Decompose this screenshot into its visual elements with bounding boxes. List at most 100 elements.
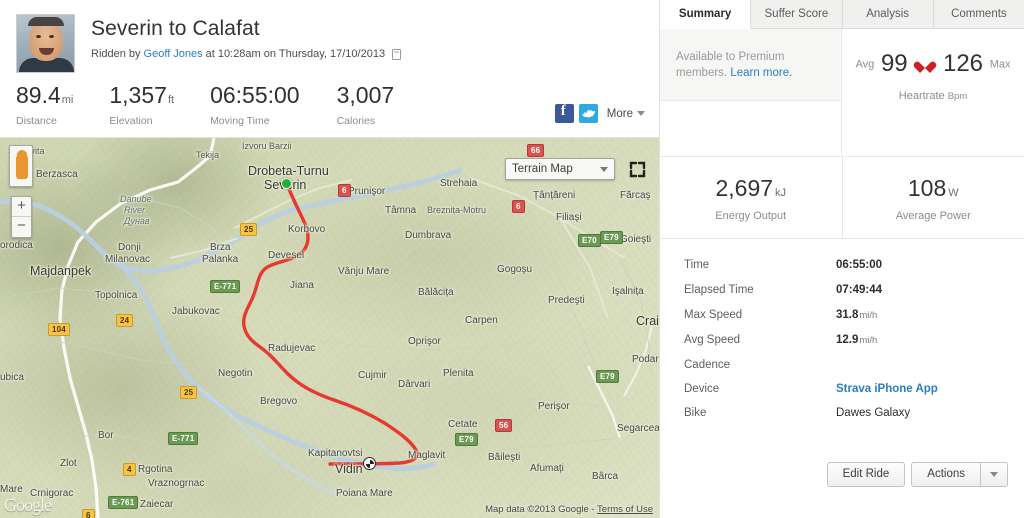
route-map[interactable]: SichevitaBerzascaTekijaIzvoru BarziiDrob… [0,138,659,518]
zoom-out-button[interactable]: − [12,217,31,237]
map-place-label: Dârvari [398,379,431,390]
tab-comments[interactable]: Comments [933,0,1024,29]
pegman-head [17,150,27,159]
activity-byline: Ridden by Geoff Jones at 10:28am on Thur… [91,47,402,61]
energy-output-value: 2,697 kJ [715,175,787,201]
map-place-label: Băileşti [488,452,521,463]
map-place-label: Vraznogrnac [148,478,205,489]
detail-value-device-link[interactable]: Strava iPhone App [836,377,938,401]
map-road-shield: 25 [180,386,198,399]
table-row: Cadence [660,353,1024,377]
map-place-label: Дунав [124,216,150,226]
premium-column: Available to Premium members. Learn more… [660,29,842,156]
actions-button[interactable]: Actions [911,462,980,487]
stat-distance-value: 89.4mi [16,82,74,108]
summary-stats: 89.4mi Distance 1,357ft Elevation 06:55:… [16,82,431,127]
map-road-shield: 25 [240,223,258,236]
route-end-marker[interactable] [363,457,376,470]
heartrate-unit: Bpm [947,90,968,102]
map-place-label: Goieşti [620,234,652,245]
map-place-label: Gogoşu [497,264,533,275]
terms-of-use-link[interactable]: Terms of Use [597,504,653,515]
heartrate-avg-label: Avg [855,58,875,71]
avatar-face [29,21,63,61]
map-place-label: Brza [210,242,231,253]
detail-value: 12.9mi/h [836,334,878,346]
stat-calories-label: Calories [336,115,376,127]
learn-more-link[interactable]: Learn more. [730,67,792,79]
map-type-label: Terrain Map [512,163,573,175]
avatar[interactable] [16,14,75,73]
table-row: Time 06:55:00 [660,253,1024,278]
pegman-streetview-icon[interactable] [9,145,33,187]
metric-average-power: 108 W Average Power [841,157,1024,238]
map-place-label: Podari [632,354,659,365]
map-road-shield: E-761 [108,496,139,509]
map-place-label: Işalnița [612,286,644,297]
map-zoom-controls[interactable]: + − [11,196,32,238]
map-place-label: Tâmna [385,205,417,216]
map-place-label: Zlot [60,458,77,469]
map-place-label: Rgotina [138,464,173,475]
heartrate-values: Avg 99 126 Max [852,51,1014,78]
header-top-row: Severin to Calafat Ridden by Geoff Jones… [16,14,647,73]
tab-summary[interactable]: Summary [660,0,752,29]
chevron-down-icon [990,472,998,477]
edit-ride-button[interactable]: Edit Ride [826,462,906,487]
avatar-hair [28,17,64,26]
map-place-label: Bălăcița [418,287,454,298]
zoom-in-button[interactable]: + [12,197,31,217]
facebook-icon[interactable] [554,103,574,123]
energy-output-unit: kJ [775,187,787,199]
google-watermark: Google [4,495,52,515]
map-place-label: Maglavit [408,450,446,461]
energy-output-label: Energy Output [715,210,787,222]
premium-empty-cell [660,101,842,156]
route-start-marker[interactable] [281,178,292,189]
detail-key: Cadence [684,359,731,371]
map-place-label: Izvoru Barzii [242,141,292,151]
map-road-shield: 6 [82,509,95,518]
map-place-label: Palanka [202,254,239,265]
average-power-unit: W [948,187,959,199]
actions-dropdown-toggle[interactable] [980,462,1008,487]
map-place-label: Plenita [443,368,474,379]
byline-prefix: Ridden by [91,48,141,60]
map-road-shield: 66 [527,144,545,157]
detail-key: Device [684,383,720,395]
detail-value: 07:49:44 [836,284,883,296]
fullscreen-icon[interactable] [625,158,649,180]
power-metrics-grid: 2,697 kJ Energy Output 108 W Average Power [660,157,1024,239]
map-place-label: Bor [98,430,114,441]
athlete-link[interactable]: Geoff Jones [144,47,203,61]
map-place-label: Fărcaş [620,190,651,201]
tab-suffer-score[interactable]: Suffer Score [751,0,843,29]
map-place-label: Mare [0,484,23,495]
map-place-label: Milanovac [105,254,151,265]
map-place-label: Bregovo [260,396,298,407]
detail-key: Bike [684,407,707,419]
avatar-eye-right [49,35,54,38]
detail-key: Time [684,259,710,271]
privacy-lock-icon [392,48,402,60]
map-place-label: Tekija [196,150,220,160]
map-road-shield: E70 [578,234,601,247]
map-place-label: Carpen [465,315,498,326]
share-more-button[interactable]: More [607,108,645,120]
activity-header: Severin to Calafat Ridden by Geoff Jones… [0,0,659,138]
byline-datetime: at 10:28am on Thursday, 17/10/2013 [205,48,386,60]
premium-heartrate-grid: Available to Premium members. Learn more… [660,29,1024,157]
tab-analysis[interactable]: Analysis [842,0,934,29]
map-type-selector[interactable]: Terrain Map [505,158,615,180]
heartrate-caption: Heartrate Bpm [852,90,1014,102]
strava-activity-page: Severin to Calafat Ridden by Geoff Jones… [0,0,1024,518]
premium-upsell: Available to Premium members. Learn more… [660,29,842,101]
map-place-label: Perişor [538,401,570,412]
stat-elevation-value: 1,357ft [109,82,175,108]
panel-action-buttons: Edit Ride Actions [826,462,1008,487]
page-title: Severin to Calafat [91,17,260,40]
map-place-label: Jiana [290,280,314,291]
map-road-shield: E-771 [168,432,199,445]
twitter-icon[interactable] [578,104,598,123]
table-row: Avg Speed 12.9mi/h [660,328,1024,353]
